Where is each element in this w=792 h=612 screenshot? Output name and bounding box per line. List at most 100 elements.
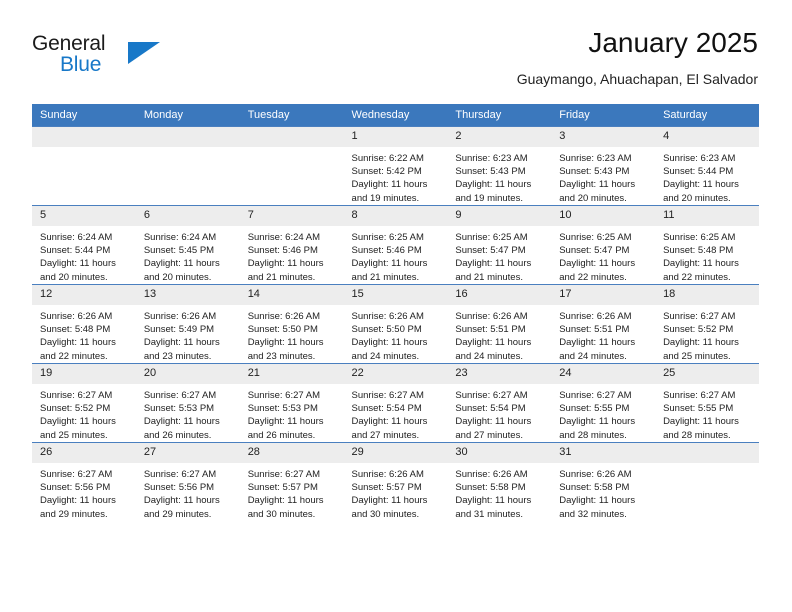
calendar-day-cell[interactable]: 13 Sunrise: 6:26 AM Sunset: 5:49 PM Dayligh… [135,284,240,364]
weekday-header-wednesday: Wednesday [343,104,448,127]
calendar-day-cell[interactable]: 23 Sunrise: 6:27 AM Sunset: 5:54 PM Dayligh… [447,363,552,443]
sunset-text: Sunset: 5:56 PM [40,482,111,494]
daylight-text-line2: and 20 minutes. [559,192,627,204]
daylight-text-line2: and 26 minutes. [247,429,316,441]
daylight-text-line1: Daylight: 11 hours [247,495,324,507]
sunrise-text: Sunrise: 6:27 AM [40,390,113,401]
sunrise-text: Sunrise: 6:26 AM [351,311,424,322]
calendar-day-cell[interactable]: 28 Sunrise: 6:27 AM Sunset: 5:57 PM Dayligh… [239,442,344,521]
calendar-day-cell[interactable]: 25 Sunrise: 6:27 AM Sunset: 5:55 PM Dayligh… [655,363,759,443]
calendar-day-cell[interactable]: 12 Sunrise: 6:26 AM Sunset: 5:48 PM Dayligh… [32,284,136,364]
daylight-text-line2: and 24 minutes. [559,350,627,362]
daylight-text-line1: Daylight: 11 hours [40,495,116,507]
day-number: 4 [655,127,759,147]
calendar-day-cell[interactable]: 24 Sunrise: 6:27 AM Sunset: 5:55 PM Dayligh… [551,363,656,443]
calendar-day-cell-empty [239,126,344,206]
sunrise-text: Sunrise: 6:23 AM [663,153,736,164]
calendar-day-cell[interactable]: 8 Sunrise: 6:25 AM Sunset: 5:46 PM Daylight… [343,205,448,285]
weekday-header-saturday: Saturday [655,104,759,127]
daylight-text-line2: and 21 minutes. [455,271,523,283]
day-number: 30 [447,443,552,463]
daylight-text-line2: and 26 minutes. [143,429,212,441]
day-details: Sunrise: 6:26 AM Sunset: 5:58 PM Daylight:… [551,463,655,521]
calendar-day-cell[interactable]: 27 Sunrise: 6:27 AM Sunset: 5:56 PM Dayligh… [135,442,240,521]
sunrise-text: Sunrise: 6:27 AM [247,469,321,480]
daylight-text-line2: and 28 minutes. [559,429,627,441]
sunrise-text: Sunrise: 6:27 AM [455,390,528,401]
calendar-day-cell[interactable]: 17 Sunrise: 6:26 AM Sunset: 5:51 PM Dayligh… [551,284,656,364]
daylight-text-line2: and 23 minutes. [143,350,212,362]
day-number: 31 [551,443,656,463]
day-number: 6 [135,206,240,226]
calendar-day-cell-empty [135,126,240,206]
daylight-text-line1: Daylight: 11 hours [351,416,428,428]
sunrise-text: Sunrise: 6:25 AM [351,232,424,243]
day-details: Sunrise: 6:26 AM Sunset: 5:58 PM Daylight:… [447,463,551,521]
daylight-text-line2: and 29 minutes. [143,508,212,520]
sunset-text: Sunset: 5:55 PM [559,403,630,415]
day-number: 21 [239,364,344,384]
daylight-text-line1: Daylight: 11 hours [663,337,739,349]
calendar-day-cell[interactable]: 3 Sunrise: 6:23 AM Sunset: 5:43 PM Daylight… [551,126,656,206]
calendar-day-cell[interactable]: 20 Sunrise: 6:27 AM Sunset: 5:53 PM Dayligh… [135,363,240,443]
day-number: 10 [551,206,656,226]
day-details: Sunrise: 6:27 AM Sunset: 5:56 PM Daylight:… [32,463,136,521]
sunset-text: Sunset: 5:57 PM [351,482,422,494]
daylight-text-line2: and 24 minutes. [455,350,523,362]
calendar-day-cell[interactable]: 2 Sunrise: 6:23 AM Sunset: 5:43 PM Daylight… [447,126,552,206]
day-number: 3 [551,127,656,147]
sunset-text: Sunset: 5:42 PM [351,166,422,178]
day-number: 27 [135,443,240,463]
calendar-day-cell[interactable]: 18 Sunrise: 6:27 AM Sunset: 5:52 PM Dayligh… [655,284,759,364]
day-number: 7 [239,206,344,226]
daylight-text-line1: Daylight: 11 hours [351,495,428,507]
daylight-text-line2: and 28 minutes. [663,429,731,441]
daylight-text-line2: and 23 minutes. [247,350,316,362]
weekday-header-monday: Monday [135,104,240,127]
calendar-day-cell[interactable]: 26 Sunrise: 6:27 AM Sunset: 5:56 PM Dayligh… [32,442,136,521]
daylight-text-line1: Daylight: 11 hours [143,416,220,428]
day-details: Sunrise: 6:25 AM Sunset: 5:48 PM Daylight:… [655,226,759,284]
calendar-day-cell[interactable]: 4 Sunrise: 6:23 AM Sunset: 5:44 PM Daylight… [655,126,759,206]
calendar-day-cell[interactable]: 7 Sunrise: 6:24 AM Sunset: 5:46 PM Daylight… [239,205,344,285]
calendar-day-cell[interactable]: 1 Sunrise: 6:22 AM Sunset: 5:42 PM Daylight… [343,126,448,206]
sunrise-text: Sunrise: 6:27 AM [663,390,736,401]
calendar-week-row: 26 Sunrise: 6:27 AM Sunset: 5:56 PM Dayligh… [32,442,759,521]
sunset-text: Sunset: 5:43 PM [559,166,630,178]
calendar-day-cell[interactable]: 21 Sunrise: 6:27 AM Sunset: 5:53 PM Dayligh… [239,363,344,443]
calendar-day-cell[interactable]: 16 Sunrise: 6:26 AM Sunset: 5:51 PM Dayligh… [447,284,552,364]
daylight-text-line1: Daylight: 11 hours [247,337,324,349]
weekday-header-thursday: Thursday [447,104,552,127]
sunrise-text: Sunrise: 6:25 AM [663,232,736,243]
calendar-day-cell[interactable]: 22 Sunrise: 6:27 AM Sunset: 5:54 PM Dayligh… [343,363,448,443]
day-details: Sunrise: 6:23 AM Sunset: 5:44 PM Daylight:… [655,147,759,205]
day-number: 23 [447,364,552,384]
calendar-day-cell[interactable]: 14 Sunrise: 6:26 AM Sunset: 5:50 PM Dayligh… [239,284,344,364]
calendar-day-cell[interactable]: 19 Sunrise: 6:27 AM Sunset: 5:52 PM Dayligh… [32,363,136,443]
sunset-text: Sunset: 5:58 PM [455,482,526,494]
daylight-text-line2: and 22 minutes. [559,271,627,283]
calendar-day-cell[interactable]: 10 Sunrise: 6:25 AM Sunset: 5:47 PM Dayligh… [551,205,656,285]
daylight-text-line2: and 24 minutes. [351,350,420,362]
day-details: Sunrise: 6:24 AM Sunset: 5:46 PM Daylight:… [240,226,344,284]
calendar-day-cell[interactable]: 9 Sunrise: 6:25 AM Sunset: 5:47 PM Daylight… [447,205,552,285]
daylight-text-line2: and 25 minutes. [40,429,108,441]
daylight-text-line1: Daylight: 11 hours [559,495,636,507]
daylight-text-line1: Daylight: 11 hours [351,179,428,191]
calendar-day-cell[interactable]: 6 Sunrise: 6:24 AM Sunset: 5:45 PM Daylight… [135,205,240,285]
day-details: Sunrise: 6:27 AM Sunset: 5:53 PM Daylight:… [136,384,240,442]
calendar-day-cell[interactable]: 29 Sunrise: 6:26 AM Sunset: 5:57 PM Dayligh… [343,442,448,521]
day-number: 11 [655,206,759,226]
calendar-day-cell[interactable]: 5 Sunrise: 6:24 AM Sunset: 5:44 PM Daylight… [32,205,136,285]
sunrise-text: Sunrise: 6:26 AM [247,311,321,322]
calendar-day-cell[interactable]: 11 Sunrise: 6:25 AM Sunset: 5:48 PM Dayligh… [655,205,759,285]
sunrise-text: Sunrise: 6:26 AM [559,311,632,322]
sunrise-text: Sunrise: 6:27 AM [143,390,217,401]
calendar-day-cell[interactable]: 15 Sunrise: 6:26 AM Sunset: 5:50 PM Dayligh… [343,284,448,364]
calendar-day-cell[interactable]: 31 Sunrise: 6:26 AM Sunset: 5:58 PM Dayligh… [551,442,656,521]
sunset-text: Sunset: 5:54 PM [455,403,526,415]
sunrise-text: Sunrise: 6:25 AM [455,232,528,243]
day-details: Sunrise: 6:25 AM Sunset: 5:46 PM Daylight:… [344,226,448,284]
sunset-text: Sunset: 5:49 PM [143,324,215,336]
calendar-day-cell[interactable]: 30 Sunrise: 6:26 AM Sunset: 5:58 PM Dayligh… [447,442,552,521]
